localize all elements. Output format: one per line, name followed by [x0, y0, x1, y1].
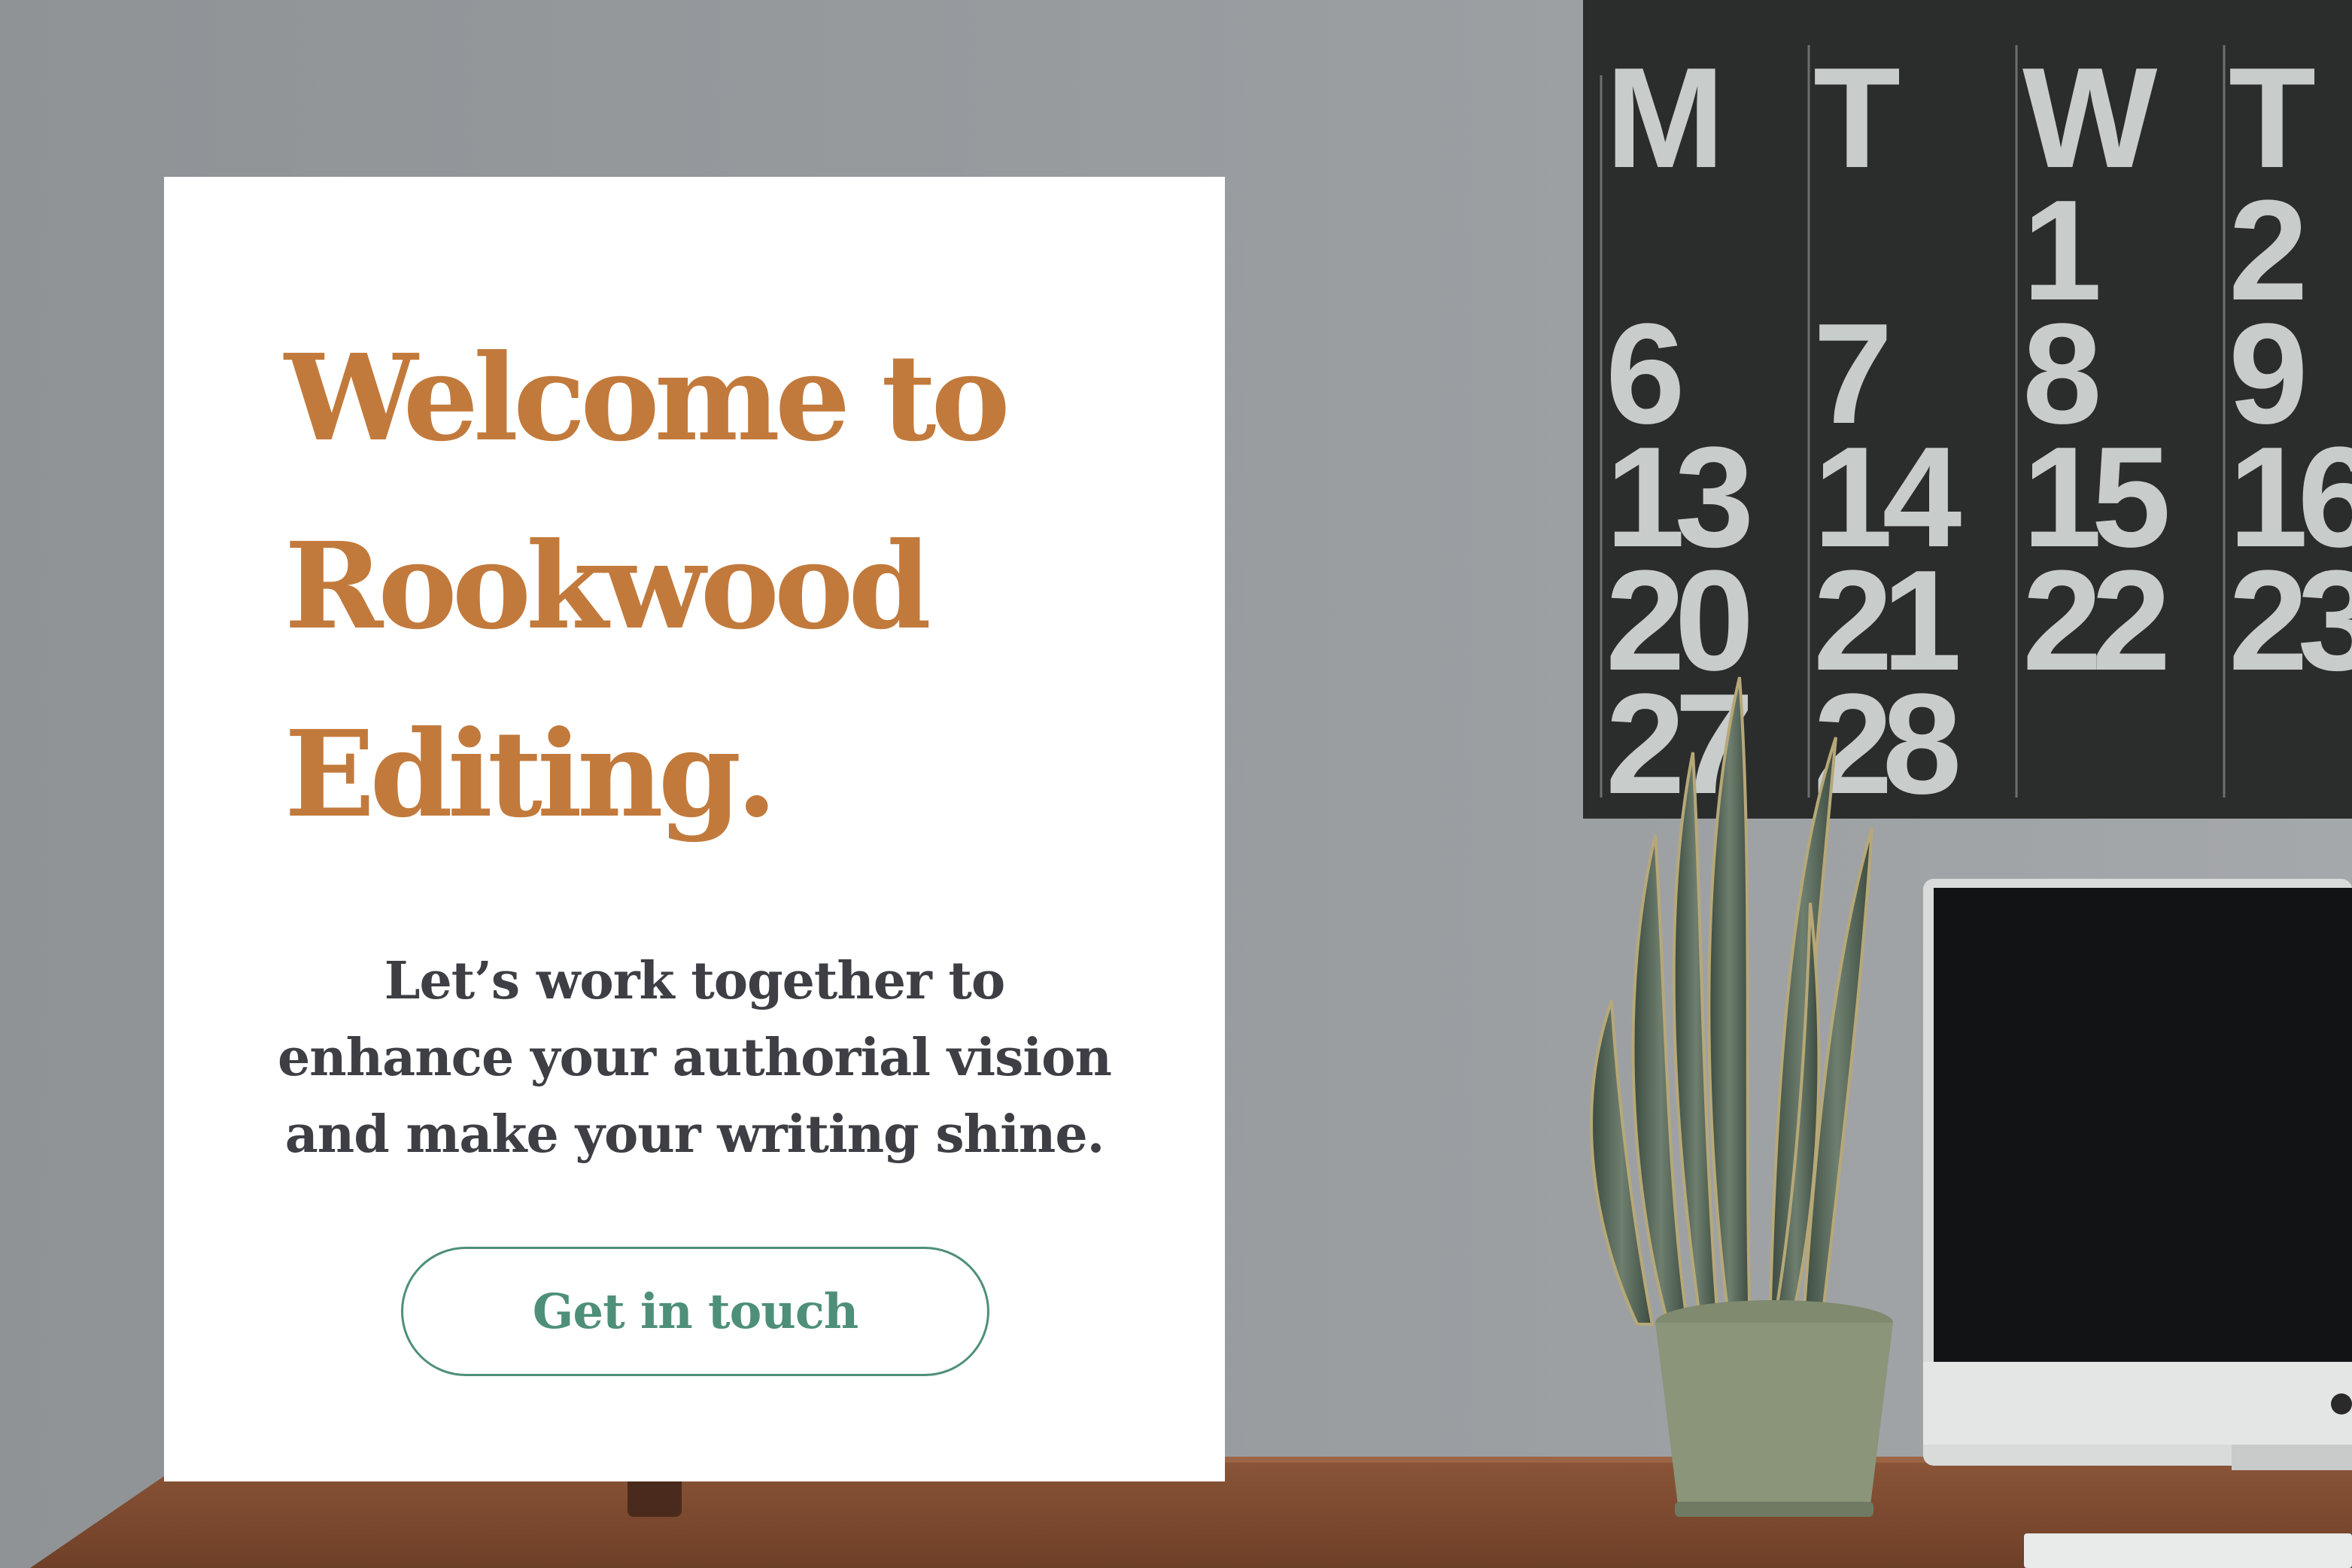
- calendar-day-header: T: [1813, 38, 1901, 198]
- wall-calendar: M T W T1 26 7 8 913 14 15 1620 21 22 2327 28: [1583, 0, 2352, 824]
- calendar-date: 23: [2229, 541, 2352, 700]
- calendar-day-header: M: [1606, 38, 1724, 198]
- tagline: Let’s work together to enhance your auth…: [278, 951, 1112, 1165]
- get-in-touch-button[interactable]: Get in touch: [401, 1247, 989, 1376]
- computer-monitor: [1923, 879, 2352, 1568]
- welcome-card: Welcome to Rookwood Editing. Let’s work …: [164, 177, 1225, 1481]
- calendar-date: 22: [2022, 541, 2166, 700]
- page-title: Welcome to Rookwood Editing.: [284, 329, 1010, 844]
